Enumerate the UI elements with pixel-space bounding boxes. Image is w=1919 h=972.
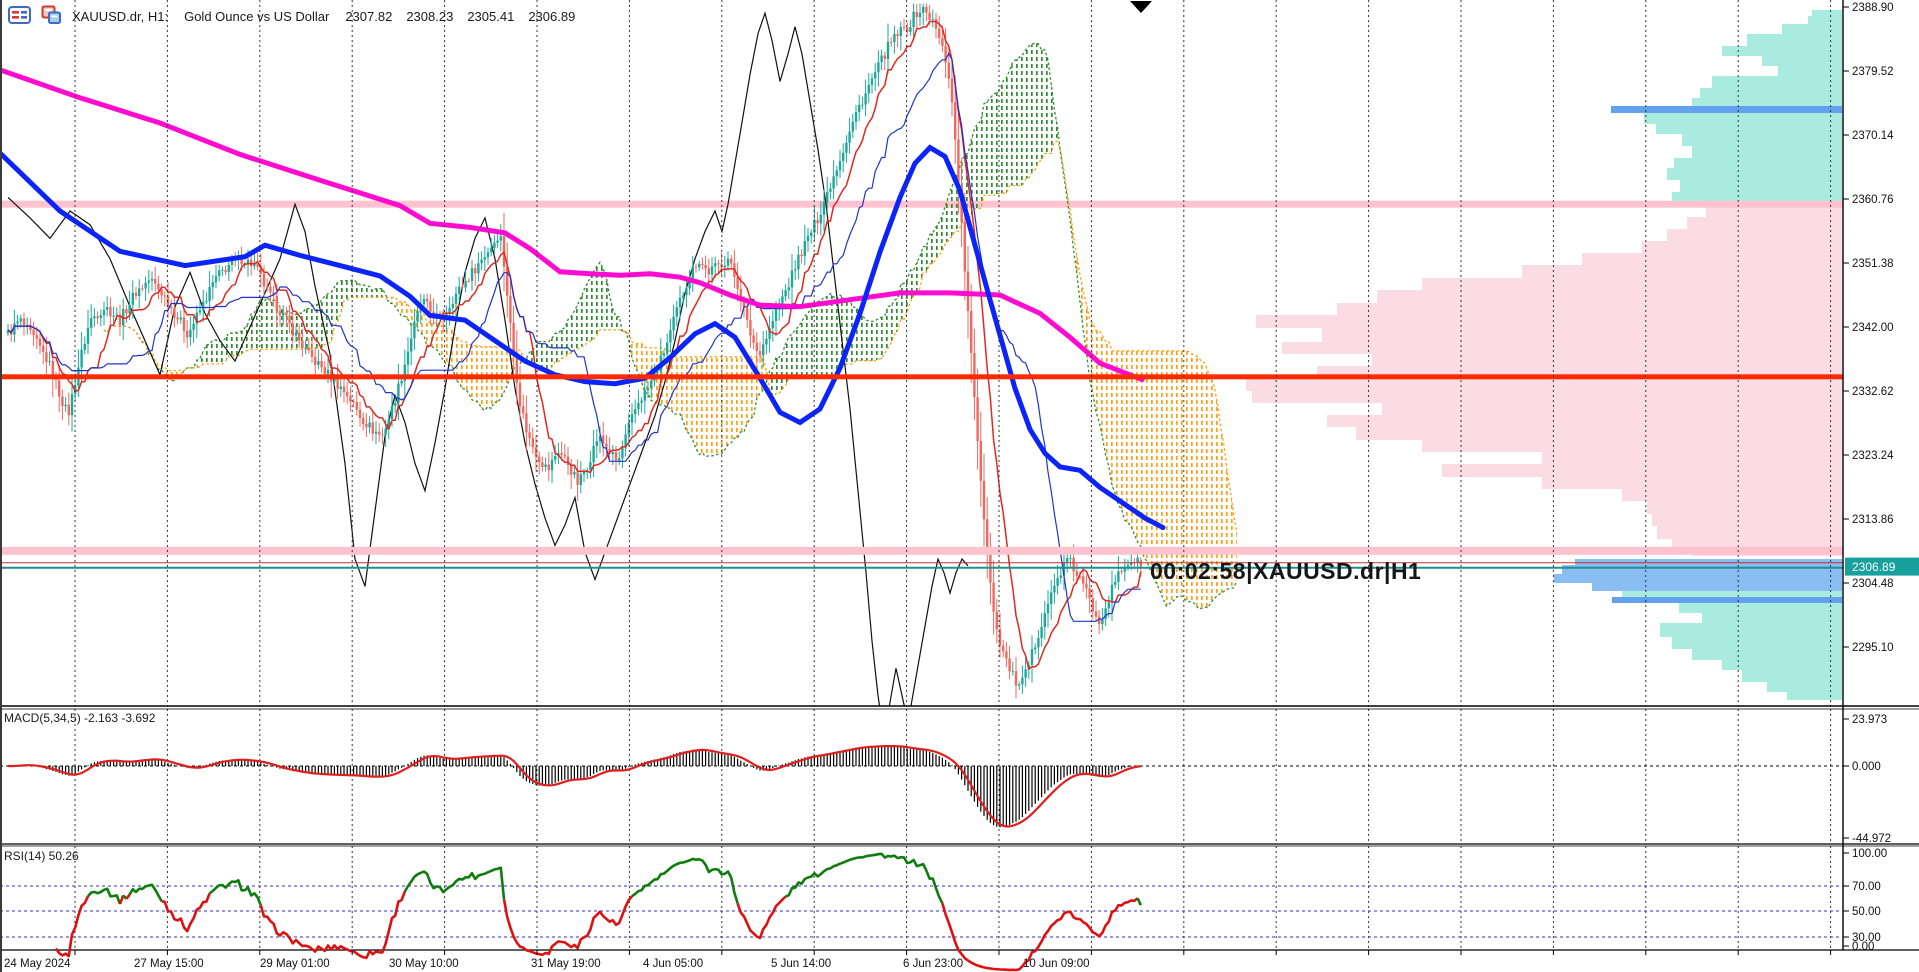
svg-text:2379.52: 2379.52	[1852, 66, 1894, 78]
svg-text:10 Jun 09:00: 10 Jun 09:00	[1023, 958, 1090, 970]
svg-text:70.00: 70.00	[1852, 881, 1881, 893]
svg-text:50.00: 50.00	[1852, 906, 1881, 918]
quote-low: 2305.41	[467, 9, 514, 24]
svg-text:2306.89: 2306.89	[1852, 560, 1896, 574]
pane-left-border	[0, 0, 2, 972]
svg-text:31 May 19:00: 31 May 19:00	[531, 958, 601, 970]
svg-text:23.973: 23.973	[1852, 714, 1887, 726]
svg-text:6 Jun 23:00: 6 Jun 23:00	[903, 958, 963, 970]
candle-countdown-overlay: 00:02:58|XAUUSD.dr|H1	[1150, 558, 1421, 585]
quote-open: 2307.82	[345, 9, 392, 24]
svg-text:2342.00: 2342.00	[1852, 322, 1894, 334]
svg-text:2323.24: 2323.24	[1852, 450, 1894, 462]
symbol-description: Gold Ounce vs US Dollar	[184, 9, 329, 24]
svg-text:2370.14: 2370.14	[1852, 130, 1894, 142]
svg-text:2351.38: 2351.38	[1852, 258, 1894, 270]
svg-text:27 May 15:00: 27 May 15:00	[134, 958, 204, 970]
svg-text:24 May 2024: 24 May 2024	[4, 958, 71, 970]
svg-text:2388.90: 2388.90	[1852, 2, 1894, 14]
quote-close: 2306.89	[528, 9, 575, 24]
hline-orange	[0, 374, 1843, 379]
svg-text:2295.10: 2295.10	[1852, 642, 1894, 654]
svg-text:2360.76: 2360.76	[1852, 194, 1894, 206]
svg-text:30 May 10:00: 30 May 10:00	[389, 958, 459, 970]
macd-indicator-label: MACD(5,34,5) -2.163 -3.692	[4, 711, 155, 725]
rsi-indicator-label: RSI(14) 50.26	[4, 849, 79, 863]
trading-terminal-chart-window: 2388.90 2379.52 2370.14 2360.76 2351.38 2342.…	[0, 0, 1919, 972]
hline-pink-upper	[0, 201, 1843, 208]
svg-text:-44.972: -44.972	[1852, 833, 1891, 845]
svg-text:2313.86: 2313.86	[1852, 514, 1894, 526]
svg-text:0.000: 0.000	[1852, 761, 1881, 773]
svg-text:0.00: 0.00	[1852, 941, 1874, 953]
svg-text:2332.62: 2332.62	[1852, 386, 1894, 398]
svg-text:29 May 01:00: 29 May 01:00	[260, 958, 330, 970]
main-chart-canvas[interactable]: 2388.90 2379.52 2370.14 2360.76 2351.38 2342.…	[0, 0, 1919, 972]
chart-header: XAUUSD.dr, H1: Gold Ounce vs US Dollar 2…	[8, 4, 583, 28]
quote-high: 2308.23	[406, 9, 453, 24]
svg-text:5 Jun 14:00: 5 Jun 14:00	[771, 958, 831, 970]
chart-list-icon[interactable]	[8, 6, 31, 27]
svg-text:100.00: 100.00	[1852, 848, 1887, 860]
chart-windows-icon[interactable]	[41, 5, 62, 28]
hline-pink-band	[0, 547, 1843, 555]
svg-text:2304.48: 2304.48	[1852, 578, 1894, 590]
symbol-period-label: XAUUSD.dr, H1:	[72, 9, 168, 24]
svg-text:4 Jun 05:00: 4 Jun 05:00	[643, 958, 703, 970]
